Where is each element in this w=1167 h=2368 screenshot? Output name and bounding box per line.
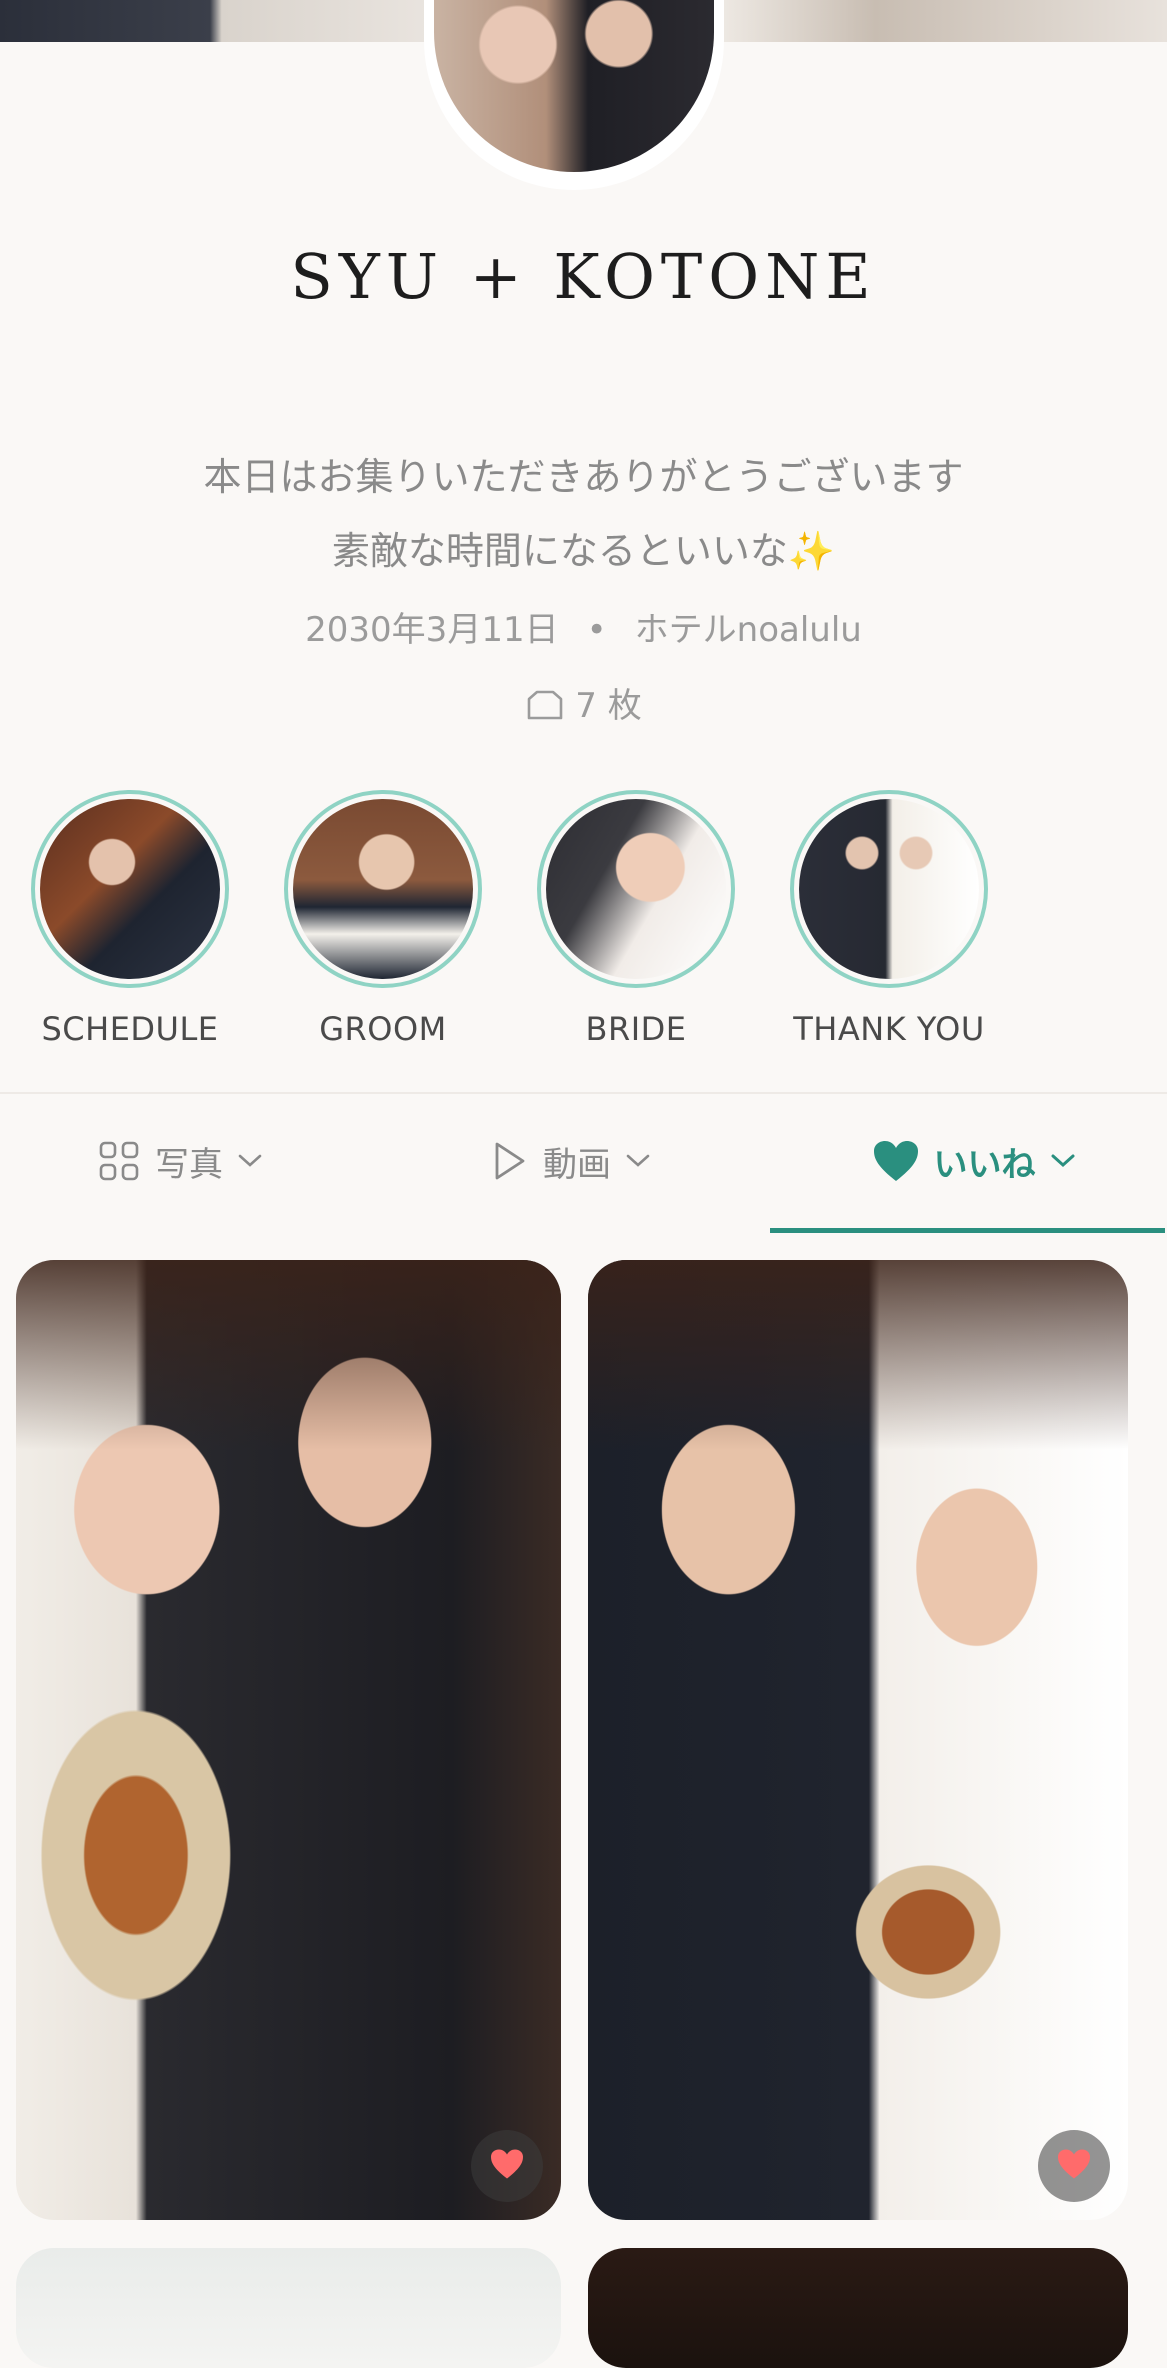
tab-videos[interactable]: 動画: [390, 1094, 750, 1228]
chevron-down-icon: [237, 1153, 263, 1169]
highlight-ring: [537, 790, 735, 988]
highlight-ring: [31, 790, 229, 988]
grid-icon: [97, 1139, 141, 1183]
event-venue: ホテルnoalulu: [634, 610, 862, 650]
welcome-message: 本日はお集りいただきありがとうございます 素敵な時間になるといいな✨: [0, 440, 1167, 588]
profile-avatar[interactable]: [424, 0, 724, 190]
highlight-thank-you[interactable]: THANK YOU: [779, 790, 999, 1048]
highlight-label: GROOM: [319, 1010, 447, 1048]
event-info: 2030年3月11日 • ホテルnoalulu: [0, 602, 1167, 651]
highlight-schedule[interactable]: SCHEDULE: [20, 790, 240, 1048]
highlight-label: BRIDE: [585, 1010, 687, 1048]
highlight-bride[interactable]: BRIDE: [526, 790, 746, 1048]
highlight-photo: [293, 799, 473, 979]
photo-card[interactable]: [16, 1260, 561, 2220]
play-icon: [489, 1139, 529, 1183]
highlight-ring: [284, 790, 482, 988]
tab-likes-label: いいね: [933, 1144, 1036, 1185]
highlight-label: SCHEDULE: [41, 1010, 219, 1048]
highlight-groom[interactable]: GROOM: [273, 790, 493, 1048]
chevron-down-icon: [1050, 1153, 1076, 1169]
profile-avatar-photo: [434, 0, 714, 172]
like-button[interactable]: [1038, 2130, 1110, 2202]
welcome-message-line2: 素敵な時間になるといいな✨: [331, 529, 836, 573]
highlights-row: SCHEDULE GROOM BRIDE THANK YOU: [0, 790, 1167, 1080]
tab-videos-label: 動画: [543, 1144, 611, 1185]
photo-card[interactable]: [16, 2248, 561, 2368]
folder-icon: [525, 689, 565, 730]
photo-card[interactable]: [588, 1260, 1128, 2220]
highlight-photo: [546, 799, 726, 979]
highlight-label: THANK YOU: [793, 1010, 985, 1048]
tab-photos[interactable]: 写真: [0, 1094, 360, 1228]
media-tabs: 写真 動画 いいね: [0, 1094, 1167, 1232]
separator-dot: •: [586, 610, 607, 650]
active-tab-indicator: [770, 1228, 1165, 1233]
photo-count-text: 7 枚: [575, 686, 642, 726]
heart-icon: [1056, 2148, 1092, 2184]
heart-icon: [872, 1139, 920, 1183]
highlight-photo: [40, 799, 220, 979]
chevron-down-icon: [625, 1153, 651, 1169]
photo-count: 7 枚: [0, 678, 1167, 730]
like-button[interactable]: [471, 2130, 543, 2202]
event-date: 2030年3月11日: [305, 610, 559, 650]
tab-likes[interactable]: いいね: [780, 1094, 1167, 1228]
highlight-photo: [799, 799, 979, 979]
highlight-ring: [790, 790, 988, 988]
tab-photos-label: 写真: [155, 1144, 223, 1185]
photo-card[interactable]: [588, 2248, 1128, 2368]
welcome-message-line1: 本日はお集りいただきありがとうございます: [203, 455, 964, 499]
heart-icon: [489, 2148, 525, 2184]
page-title: SYU + KOTONE: [290, 240, 877, 313]
